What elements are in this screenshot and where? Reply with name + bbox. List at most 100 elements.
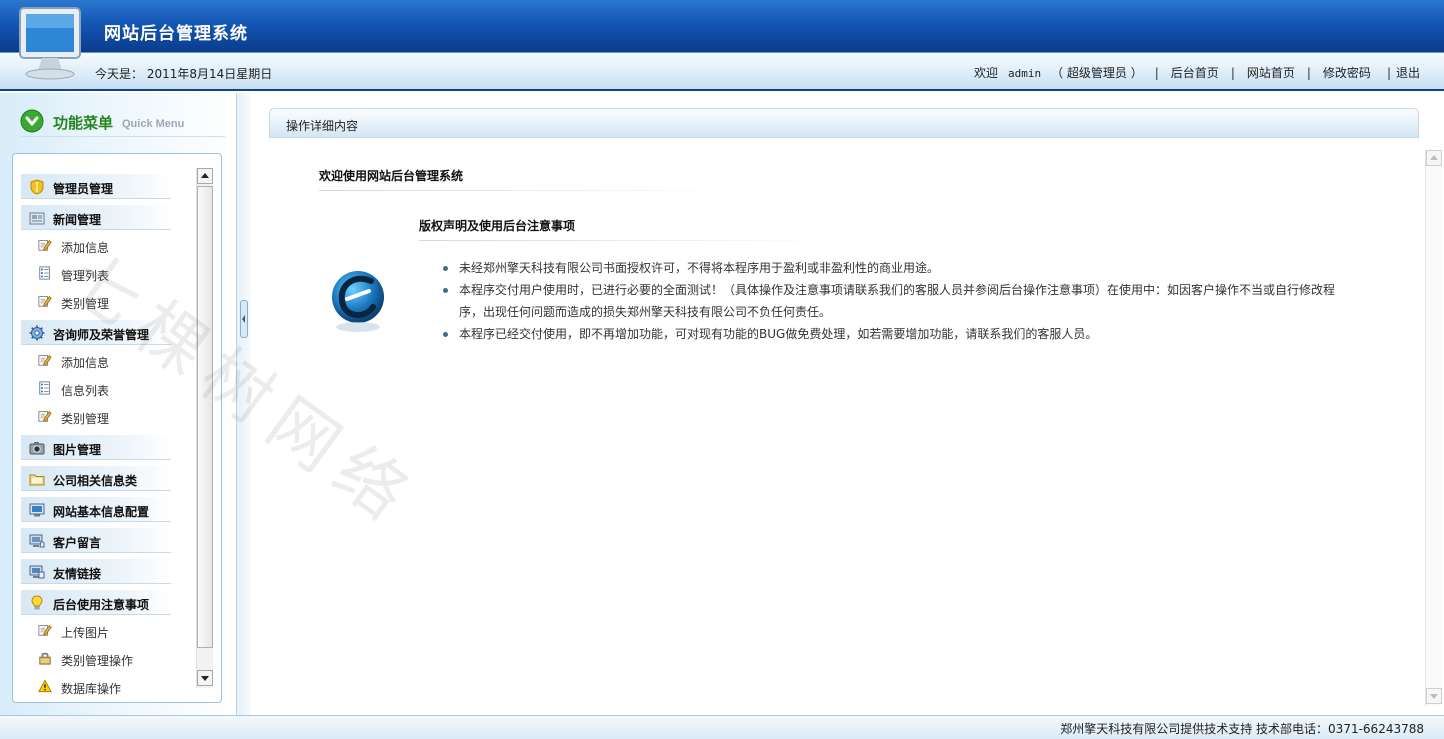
note-text: 未经郑州擎天科技有限公司书面授权许可，不得将本程序用于盈利或非盈利性的商业用途。 <box>459 261 940 275</box>
sidebar-item-label: 客户留言 <box>53 536 102 550</box>
nav-change-password[interactable]: 修改密码 <box>1323 66 1371 80</box>
edit-icon <box>38 239 52 251</box>
triangle-up-icon <box>1430 155 1438 160</box>
sidebar-item[interactable]: 添加信息 <box>21 347 171 375</box>
sidebar-item[interactable]: 类别管理操作 <box>21 645 171 673</box>
header: 网站后台管理系统 今天是： 2011年8月14日星期日 欢迎 admin （ 超级管… <box>0 0 1444 92</box>
sidebar-item-label: 公司相关信息类 <box>53 474 138 488</box>
list-item: 未经郑州擎天科技有限公司书面授权许可，不得将本程序用于盈利或非盈利性的商业用途。 <box>443 257 1347 279</box>
footer-text: 郑州擎天科技有限公司提供技术支持 技术部电话：0371-66243788 <box>1060 722 1424 736</box>
menu-subtitle: Quick Menu <box>122 118 185 130</box>
edit-icon <box>38 354 52 366</box>
user-nav: 欢迎 admin （ 超级管理员 ） | 后台首页 | 网站首页 | 修改密码 | 退出 <box>972 64 1422 81</box>
sidebar-item-label: 信息列表 <box>61 384 110 398</box>
scroll-up-arrow[interactable] <box>197 168 213 184</box>
sidebar-item-label: 上传图片 <box>61 626 110 640</box>
scroll-down-arrow[interactable] <box>197 670 213 686</box>
sidebar-item-label: 新闻管理 <box>53 213 102 227</box>
sidebar-category[interactable]: 网站基本信息配置 <box>21 493 171 524</box>
nav-separator: | <box>1306 66 1311 80</box>
sidebar-item[interactable]: 类别管理 <box>21 403 171 431</box>
list-icon <box>39 266 50 280</box>
sidebar-item[interactable]: 管理列表 <box>21 260 171 288</box>
nav-separator: | <box>1386 66 1391 80</box>
sidebar-item[interactable]: 信息列表 <box>21 375 171 403</box>
nav-separator: | <box>1230 66 1235 80</box>
sidebar-item-label: 类别管理操作 <box>61 654 134 668</box>
gear-icon <box>29 325 45 341</box>
notice-title: 版权声明及使用后台注意事项 <box>419 217 839 241</box>
notice-list: 未经郑州擎天科技有限公司书面授权许可，不得将本程序用于盈利或非盈利性的商业用途。… <box>443 257 1347 345</box>
nav-site-home[interactable]: 网站首页 <box>1247 66 1295 80</box>
company-logo-icon <box>332 271 384 332</box>
menu-scrollbar[interactable] <box>196 168 213 688</box>
sidebar-item-label: 数据库操作 <box>61 682 122 696</box>
date-value: 2011年8月14日星期日 <box>146 67 273 81</box>
sidebar-category[interactable]: 新闻管理 <box>21 201 171 232</box>
menu-title: 功能菜单 <box>53 114 114 132</box>
sidebar-item-label: 添加信息 <box>61 356 110 370</box>
sidebar-category[interactable]: 后台使用注意事项 <box>21 586 171 617</box>
sidebar-item-label: 管理列表 <box>61 269 110 283</box>
bullet-icon <box>443 288 448 293</box>
bullet-icon <box>443 332 448 337</box>
scroll-down-arrow[interactable] <box>1426 688 1442 704</box>
date-display: 今天是： 2011年8月14日星期日 <box>95 65 272 82</box>
date-label: 今天是： <box>95 67 144 81</box>
sidebar-item-label: 图片管理 <box>53 443 102 457</box>
list-item: 本程序交付用户使用时，已进行必要的全面测试！（具体操作及注意事项请联系我们的客服… <box>443 279 1347 323</box>
sidebar-item-label: 类别管理 <box>61 412 110 426</box>
chat-icon <box>29 534 45 548</box>
nav-admin-home[interactable]: 后台首页 <box>1171 66 1219 80</box>
sidebar-item[interactable]: 类别管理 <box>21 288 171 316</box>
triangle-down-icon <box>1430 694 1438 699</box>
sidebar-item[interactable]: 数据库操作 <box>21 673 171 701</box>
list-item: 本程序已经交付使用，即不再增加功能，可对现有功能的BUG做免费处理，如若需要增加… <box>443 323 1347 345</box>
edit-icon <box>38 295 52 307</box>
camera-icon <box>29 442 45 455</box>
sidebar-category[interactable]: 管理员管理 <box>21 170 171 201</box>
sidebar-item-label: 网站基本信息配置 <box>53 505 150 519</box>
menu-list: 管理员管理 新闻管理 添加信息 管理列表 类别管理 咨询师及荣誉管理 添加信息 信息列表 类别管… <box>21 170 193 701</box>
scroll-up-arrow[interactable] <box>1426 150 1442 166</box>
link-icon <box>29 565 45 579</box>
note-text: 本程序交付用户使用时，已进行必要的全面测试！（具体操作及注意事项请联系我们的客服… <box>459 283 1336 319</box>
shield-icon <box>30 179 44 195</box>
menu-panel: 管理员管理 新闻管理 添加信息 管理列表 类别管理 咨询师及荣誉管理 添加信息 信息列表 类别管… <box>12 153 222 703</box>
sidebar-category[interactable]: 客户留言 <box>21 524 171 555</box>
sidebar-category[interactable]: 图片管理 <box>21 431 171 462</box>
folder-icon <box>29 474 45 486</box>
list-icon <box>39 381 50 395</box>
sidebar: 功能菜单 Quick Menu 管理员管理 新闻管理 添加信息 管理列表 类别管理 咨询师… <box>0 93 237 715</box>
sidebar-item-label: 咨询师及荣誉管理 <box>53 328 150 342</box>
sidebar-item[interactable]: 添加信息 <box>21 232 171 260</box>
collapse-sidebar-handle[interactable] <box>240 300 248 338</box>
welcome-title: 欢迎使用网站后台管理系统 <box>319 167 739 191</box>
sidebar-item-label: 类别管理 <box>61 297 110 311</box>
arrow-down-circle-icon <box>20 109 44 133</box>
footer: 郑州擎天科技有限公司提供技术支持 技术部电话：0371-66243788 <box>0 715 1444 739</box>
edit-icon <box>38 624 52 636</box>
edit-icon <box>38 410 52 422</box>
monitor-icon <box>29 503 45 517</box>
lock-icon <box>39 652 51 665</box>
menu-title-row: 功能菜单 Quick Menu <box>20 109 225 137</box>
sidebar-category[interactable]: 公司相关信息类 <box>21 462 171 493</box>
arrow-left-icon <box>242 315 245 323</box>
sidebar-item-label: 管理员管理 <box>53 182 114 196</box>
sidebar-category[interactable]: 友情链接 <box>21 555 171 586</box>
sidebar-category[interactable]: 咨询师及荣誉管理 <box>21 316 171 347</box>
triangle-up-icon <box>201 173 209 178</box>
nav-logout[interactable]: 退出 <box>1396 66 1420 80</box>
sidebar-item[interactable]: 上传图片 <box>21 617 171 645</box>
content-header-title: 操作详细内容 <box>286 119 359 133</box>
content-header: 操作详细内容 <box>269 108 1419 138</box>
triangle-down-icon <box>201 676 209 681</box>
scroll-thumb[interactable] <box>197 186 213 648</box>
nav-separator: | <box>1154 66 1159 80</box>
sidebar-item-label: 添加信息 <box>61 241 110 255</box>
content-scrollbar[interactable] <box>1425 150 1442 706</box>
welcome-text: 欢迎 <box>973 66 998 80</box>
site-title: 网站后台管理系统 <box>104 24 248 44</box>
sidebar-splitter <box>237 93 251 715</box>
